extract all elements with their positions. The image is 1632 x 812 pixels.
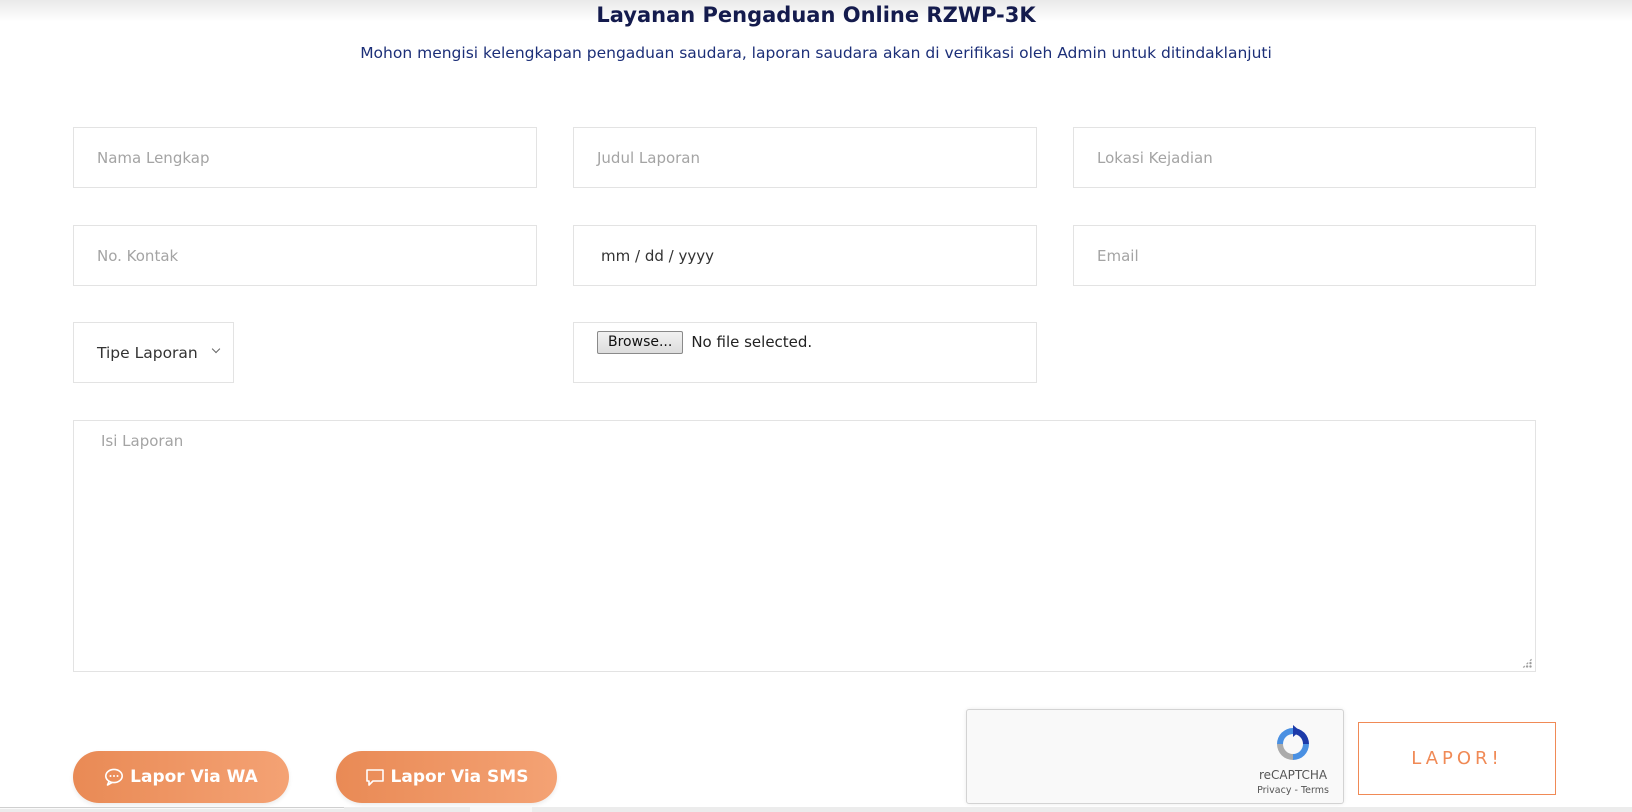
bottom-scroll-strip bbox=[0, 807, 1632, 812]
bottom-strip-segment bbox=[470, 807, 532, 812]
judul-laporan-field[interactable]: Judul Laporan bbox=[573, 127, 1037, 188]
chevron-down-icon bbox=[211, 344, 221, 354]
lapor-via-wa-button[interactable]: Lapor Via WA bbox=[73, 751, 289, 803]
tanggal-field[interactable]: mm / dd / yyyy bbox=[573, 225, 1037, 286]
isi-laporan-textarea[interactable]: Isi Laporan bbox=[73, 420, 1536, 672]
email-field[interactable]: Email bbox=[1073, 225, 1536, 286]
nama-lengkap-placeholder: Nama Lengkap bbox=[97, 148, 210, 167]
nama-lengkap-field[interactable]: Nama Lengkap bbox=[73, 127, 537, 188]
tipe-laporan-select[interactable]: Tipe Laporan bbox=[73, 322, 234, 383]
judul-laporan-placeholder: Judul Laporan bbox=[597, 148, 701, 167]
recaptcha-label: reCAPTCHA bbox=[1258, 768, 1328, 782]
bottom-strip-segment bbox=[0, 807, 344, 809]
message-bubble-icon bbox=[365, 768, 384, 786]
email-placeholder: Email bbox=[1097, 246, 1139, 265]
lokasi-kejadian-field[interactable]: Lokasi Kejadian bbox=[1073, 127, 1536, 188]
lapor-submit-button[interactable]: LAPOR! bbox=[1358, 722, 1556, 795]
recaptcha-widget[interactable]: reCAPTCHA Privacy - Terms bbox=[966, 709, 1344, 804]
no-kontak-placeholder: No. Kontak bbox=[97, 246, 179, 265]
tipe-laporan-value: Tipe Laporan bbox=[97, 343, 198, 362]
browse-button[interactable]: Browse... bbox=[597, 331, 684, 354]
isi-laporan-placeholder: Isi Laporan bbox=[101, 432, 184, 450]
lapor-via-wa-label: Lapor Via WA bbox=[130, 767, 258, 787]
complaint-page: Layanan Pengaduan Online RZWP-3K Mohon m… bbox=[0, 0, 1632, 812]
resize-grip-icon[interactable] bbox=[1522, 658, 1532, 668]
lokasi-kejadian-placeholder: Lokasi Kejadian bbox=[1097, 148, 1213, 167]
page-subtitle: Mohon mengisi kelengkapan pengaduan saud… bbox=[360, 44, 1272, 62]
lapor-via-sms-label: Lapor Via SMS bbox=[390, 767, 529, 787]
file-status-text: No file selected. bbox=[691, 333, 813, 351]
page-title: Layanan Pengaduan Online RZWP-3K bbox=[596, 3, 1036, 27]
lapor-via-sms-button[interactable]: Lapor Via SMS bbox=[336, 751, 557, 803]
tanggal-placeholder: mm / dd / yyyy bbox=[601, 246, 714, 265]
recaptcha-logo-icon bbox=[1277, 725, 1309, 760]
file-upload-field: Browse... No file selected. bbox=[573, 322, 1037, 383]
no-kontak-field[interactable]: No. Kontak bbox=[73, 225, 537, 286]
recaptcha-links[interactable]: Privacy - Terms bbox=[1246, 785, 1340, 796]
chat-bubble-icon bbox=[105, 768, 124, 786]
